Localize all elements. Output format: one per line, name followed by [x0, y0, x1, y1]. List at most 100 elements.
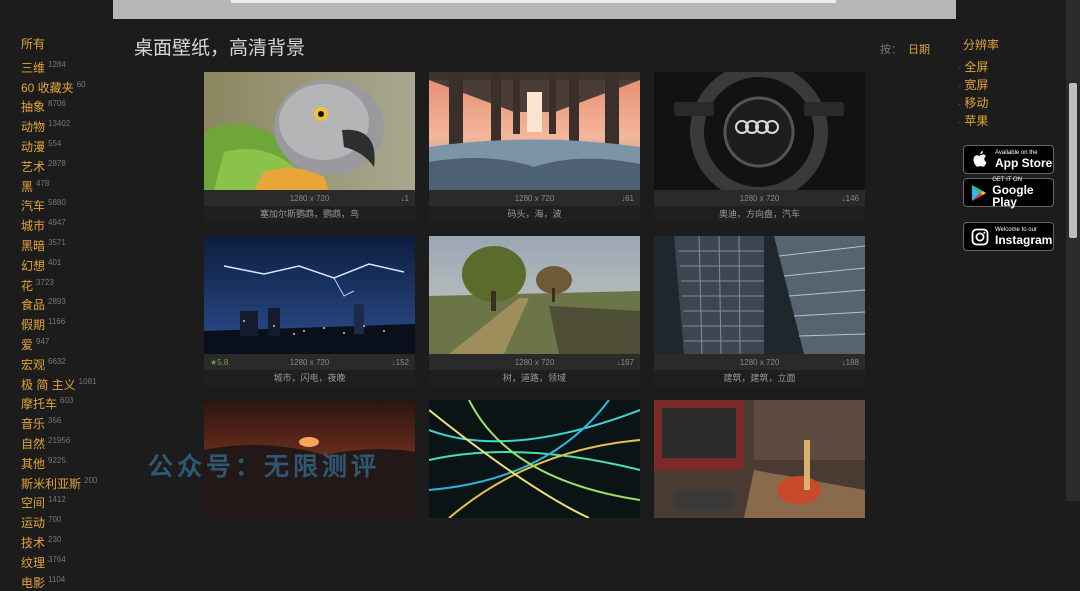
category-link[interactable]: 抽象 8706: [21, 96, 121, 116]
wallpaper-card[interactable]: ★5.8 1280 x 720 ↓152 城市，闪电，夜晚: [204, 236, 415, 386]
wallpaper-tags[interactable]: 塞加尔斯鹦鹉，鹦鹉，鸟: [204, 206, 415, 222]
category-count: 1412: [48, 495, 66, 505]
wallpaper-card[interactable]: [654, 400, 865, 518]
category-label: 电影: [21, 575, 46, 590]
category-link[interactable]: 动漫 554: [21, 136, 121, 156]
wallpaper-thumbnail[interactable]: [429, 400, 640, 518]
scrollbar-thumb[interactable]: [1069, 83, 1077, 238]
category-all-link[interactable]: 所有: [21, 36, 121, 53]
category-link[interactable]: 花 3723: [21, 275, 121, 295]
wallpaper-card[interactable]: 1280 x 720 ↓167 树，道路，领域: [429, 236, 640, 386]
wallpaper-thumbnail[interactable]: [204, 236, 415, 354]
category-label: 极 简 主义: [21, 377, 76, 392]
wallpaper-thumbnail[interactable]: [654, 72, 865, 190]
category-count: 1081: [78, 376, 97, 386]
category-link[interactable]: 运动 700: [21, 512, 121, 532]
category-link[interactable]: 极 简 主义 1081: [21, 374, 121, 394]
resolution-text: 1280 x 720: [739, 358, 780, 367]
wallpaper-thumbnail[interactable]: [429, 72, 640, 190]
category-label: 动漫: [21, 139, 46, 154]
store-big-text: App Store: [995, 156, 1053, 170]
wallpaper-tags[interactable]: 码头，海，波: [429, 206, 640, 222]
category-label: 幻想: [21, 258, 46, 273]
category-count: 4947: [48, 218, 66, 228]
category-label: 摩托车: [21, 397, 58, 412]
watermark-text: 公众号：无限测评: [148, 453, 381, 481]
download-count: ↓146: [841, 194, 859, 203]
google-play-badge[interactable]: GET IT ON Google Play: [963, 177, 1054, 208]
category-count: 6632: [48, 356, 66, 366]
category-count: 1104: [48, 574, 66, 584]
vertical-scrollbar[interactable]: [1066, 0, 1080, 501]
category-link[interactable]: 幻想 401: [21, 255, 121, 275]
category-count: 3571: [48, 237, 66, 247]
wallpaper-meta: 1280 x 720 ↓146: [654, 190, 865, 206]
wallpaper-tags[interactable]: 树，道路，领域: [429, 370, 640, 386]
resolution-label: 宽屏: [964, 78, 989, 92]
wallpaper-tags[interactable]: 城市，闪电，夜晚: [204, 370, 415, 386]
category-count: 554: [48, 138, 62, 148]
apple-icon: [969, 149, 991, 171]
wallpaper-card[interactable]: 1280 x 720 ↓188 建筑，建筑，立面: [654, 236, 865, 386]
category-label: 音乐: [21, 417, 46, 432]
category-label: 黑: [21, 179, 34, 194]
category-link[interactable]: 艺术 2878: [21, 156, 121, 176]
wallpaper-tags[interactable]: 建筑，建筑，立面: [654, 370, 865, 386]
wallpaper-card[interactable]: 1280 x 720 ↓146 奥迪，方向盘，汽车: [654, 72, 865, 222]
category-link[interactable]: 自然 21956: [21, 433, 121, 453]
resolution-fullscreen-link[interactable]: · 全屏: [958, 59, 1068, 77]
category-link[interactable]: 技术 230: [21, 532, 121, 552]
instagram-badge[interactable]: Welcome to our Instagram: [963, 222, 1054, 251]
resolution-apple-link[interactable]: · 苹果: [958, 113, 1068, 131]
category-link[interactable]: 宏观 6632: [21, 354, 121, 374]
category-link[interactable]: 音乐 356: [21, 413, 121, 433]
category-link[interactable]: 爱 947: [21, 334, 121, 354]
sort-prefix: 按：: [880, 44, 902, 56]
category-label: 艺术: [21, 159, 46, 174]
category-link[interactable]: 黑暗 3571: [21, 235, 121, 255]
category-count: 700: [48, 515, 62, 525]
category-count: 947: [36, 336, 50, 346]
wallpaper-thumbnail[interactable]: [654, 400, 865, 518]
resolution-text: 1280 x 720: [514, 194, 555, 203]
category-label: 黑暗: [21, 238, 46, 253]
category-sidebar: 所有 三维 1284 60 收藏夹 60 抽象 8706 动物 13402 动漫 554 艺术 287…: [21, 36, 121, 591]
category-link[interactable]: 其他 9225: [21, 453, 121, 473]
category-link[interactable]: 纹理 3764: [21, 552, 121, 572]
google-play-icon: [969, 182, 988, 204]
bullet-icon: ·: [958, 99, 962, 110]
wallpaper-thumbnail[interactable]: [204, 72, 415, 190]
category-link[interactable]: 汽车 5880: [21, 195, 121, 215]
sort-by-date-link[interactable]: 日期: [908, 44, 930, 56]
resolution-mobile-link[interactable]: · 移动: [958, 95, 1068, 113]
category-link[interactable]: 斯米利亚斯 200: [21, 473, 121, 493]
resolution-label: 苹果: [964, 114, 989, 128]
app-store-badge[interactable]: Available on the App Store: [963, 145, 1054, 174]
category-link[interactable]: 黑 478: [21, 176, 121, 196]
category-link[interactable]: 三维 1284: [21, 57, 121, 77]
resolution-widescreen-link[interactable]: · 宽屏: [958, 77, 1068, 95]
wallpaper-thumbnail[interactable]: [654, 236, 865, 354]
wallpaper-thumbnail[interactable]: [429, 236, 640, 354]
category-link[interactable]: 动物 13402: [21, 116, 121, 136]
wallpaper-card[interactable]: 1280 x 720 ↓61 码头，海，波: [429, 72, 640, 222]
wallpaper-tags[interactable]: 奥迪，方向盘，汽车: [654, 206, 865, 222]
wallpaper-card[interactable]: [429, 400, 640, 518]
category-label: 其他: [21, 456, 46, 471]
category-count: 230: [48, 534, 62, 544]
category-link[interactable]: 城市 4947: [21, 215, 121, 235]
category-link[interactable]: 食品 2893: [21, 294, 121, 314]
bullet-icon: ·: [958, 81, 962, 92]
category-link[interactable]: 60 收藏夹 60: [21, 77, 121, 97]
category-link[interactable]: 假期 1166: [21, 314, 121, 334]
category-count: 200: [84, 475, 98, 485]
category-label: 抽象: [21, 100, 46, 115]
wallpaper-card[interactable]: 1280 x 720 ↓1 塞加尔斯鹦鹉，鹦鹉，鸟: [204, 72, 415, 222]
wallpaper-meta: 1280 x 720 ↓1: [204, 190, 415, 206]
category-link[interactable]: 摩托车 603: [21, 393, 121, 413]
category-link[interactable]: 电影 1104: [21, 572, 121, 591]
category-link[interactable]: 空间 1412: [21, 492, 121, 512]
category-count: 60: [76, 79, 86, 89]
category-count: 5880: [48, 198, 66, 208]
resolution-text: 1280 x 720: [289, 194, 330, 203]
